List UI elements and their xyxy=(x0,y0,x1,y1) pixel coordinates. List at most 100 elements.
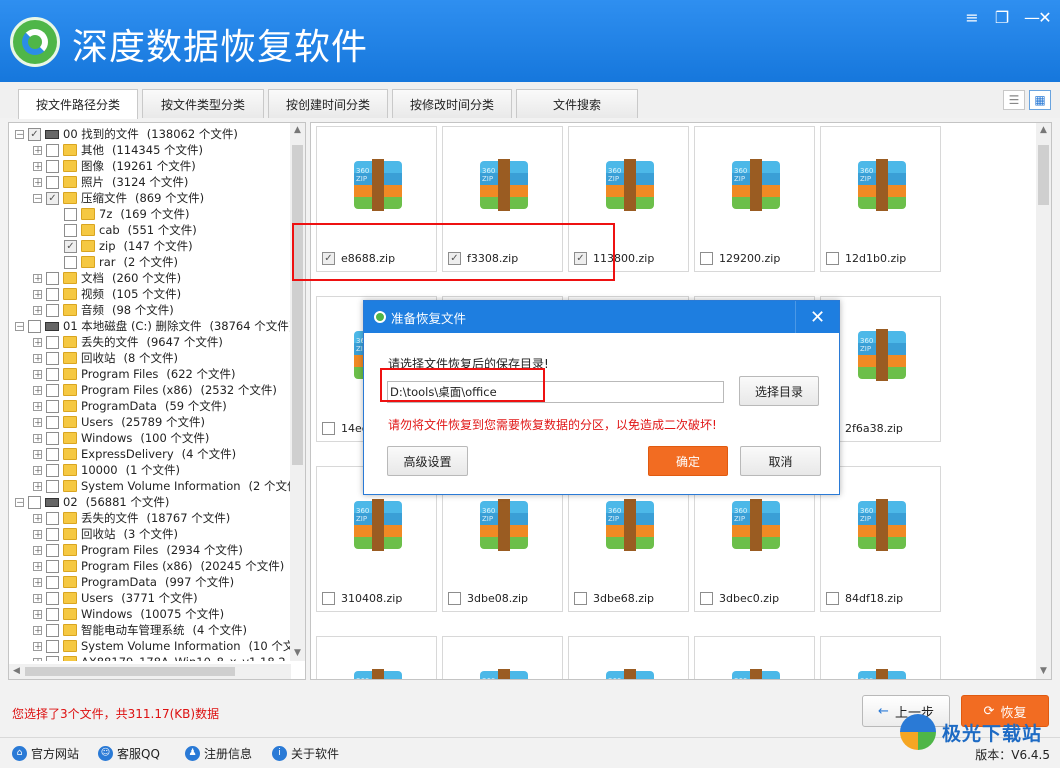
expand-toggle-icon[interactable]: ＋ xyxy=(33,545,42,555)
expand-toggle-icon[interactable]: ＋ xyxy=(33,657,42,661)
file-card[interactable]: 360 ZIP 129200.zip xyxy=(694,126,815,272)
tree-node[interactable]: ＋ Windows (100 个文件) xyxy=(33,430,209,446)
tree-node[interactable]: rar (2 个文件) xyxy=(51,254,178,270)
expand-toggle-icon[interactable]: ＋ xyxy=(33,433,42,443)
tree-node[interactable]: ＋ 回收站 (3 个文件) xyxy=(33,526,178,542)
tree-checkbox[interactable] xyxy=(46,575,59,589)
tree-checkbox[interactable] xyxy=(46,591,59,605)
tab-by-path[interactable]: 按文件路径分类 xyxy=(18,89,138,119)
expand-toggle-icon[interactable]: ＋ xyxy=(33,561,42,571)
tab-by-type[interactable]: 按文件类型分类 xyxy=(142,89,264,118)
tree-checkbox[interactable] xyxy=(46,655,59,661)
tree-checkbox[interactable]: ✓ xyxy=(64,239,77,253)
file-card[interactable]: 360 ZIP xyxy=(316,636,437,679)
tree-node[interactable]: ＋ Program Files (622 个文件) xyxy=(33,366,236,382)
tree-checkbox[interactable] xyxy=(46,623,59,637)
tree-checkbox[interactable] xyxy=(46,383,59,397)
expand-toggle-icon[interactable]: ＋ xyxy=(33,465,42,475)
expand-toggle-icon[interactable]: － xyxy=(33,193,42,203)
file-checkbox[interactable] xyxy=(322,592,335,605)
tree-node[interactable]: － 01 本地磁盘 (C:) 删除文件 (38764 个文件) xyxy=(15,318,291,334)
expand-toggle-icon[interactable]: ＋ xyxy=(33,417,42,427)
expand-toggle-icon[interactable]: ＋ xyxy=(33,577,42,587)
tree-checkbox[interactable] xyxy=(46,367,59,381)
tree-node[interactable]: ＋ Program Files (x86) (2532 个文件) xyxy=(33,382,277,398)
file-card[interactable]: 360 ZIP xyxy=(820,636,941,679)
tree-node[interactable]: ＋ 智能电动车管理系统 (4 个文件) xyxy=(33,622,247,638)
tree-checkbox[interactable] xyxy=(64,255,77,269)
expand-toggle-icon[interactable]: ＋ xyxy=(33,177,42,187)
tab-by-modified[interactable]: 按修改时间分类 xyxy=(392,89,512,118)
tree-node[interactable]: ＋ Windows (10075 个文件) xyxy=(33,606,224,622)
tree-node[interactable]: ✓ zip (147 个文件) xyxy=(51,238,193,254)
expand-toggle-icon[interactable]: ＋ xyxy=(33,593,42,603)
about-link[interactable]: i 关于软件 xyxy=(272,745,339,762)
expand-toggle-icon[interactable]: ＋ xyxy=(33,145,42,155)
tree-checkbox[interactable] xyxy=(46,447,59,461)
tree-checkbox[interactable] xyxy=(46,463,59,477)
tab-file-search[interactable]: 文件搜索 xyxy=(516,89,638,118)
expand-toggle-icon[interactable]: ＋ xyxy=(33,513,42,523)
scroll-thumb[interactable] xyxy=(292,145,303,465)
tree-node[interactable]: ＋ AX88179_178A_Win10_8_x_v1.18.2.0_D xyxy=(33,654,291,661)
tree-node[interactable]: 7z (169 个文件) xyxy=(51,206,189,222)
tree-node[interactable]: ＋ ProgramData (997 个文件) xyxy=(33,574,234,590)
expand-toggle-icon[interactable]: ＋ xyxy=(33,625,42,635)
scroll-down-icon[interactable]: ▼ xyxy=(290,646,305,661)
tree-node[interactable]: ＋ 图像 (19261 个文件) xyxy=(33,158,196,174)
tree-checkbox[interactable]: ✓ xyxy=(28,127,41,141)
close-window-icon[interactable]: ✕ xyxy=(1032,6,1058,28)
expand-toggle-icon[interactable]: ＋ xyxy=(33,353,42,363)
tree-checkbox[interactable] xyxy=(28,319,41,333)
tree-checkbox[interactable] xyxy=(46,159,59,173)
expand-toggle-icon[interactable]: ＋ xyxy=(33,289,42,299)
tree-node[interactable]: ＋ 文档 (260 个文件) xyxy=(33,270,181,286)
scroll-up-icon[interactable]: ▲ xyxy=(290,123,305,138)
scroll-thumb[interactable] xyxy=(1038,145,1049,205)
scroll-up-icon[interactable]: ▲ xyxy=(1036,123,1051,138)
expand-toggle-icon[interactable]: ＋ xyxy=(33,305,42,315)
browse-directory-button[interactable]: 选择目录 xyxy=(739,376,819,406)
tree-checkbox[interactable] xyxy=(46,527,59,541)
tree-checkbox[interactable] xyxy=(46,543,59,557)
file-checkbox[interactable] xyxy=(826,592,839,605)
tree-node[interactable]: ＋ Users (25789 个文件) xyxy=(33,414,205,430)
tree-node[interactable]: ＋ Users (3771 个文件) xyxy=(33,590,198,606)
expand-toggle-icon[interactable]: ＋ xyxy=(33,273,42,283)
expand-toggle-icon[interactable]: ＋ xyxy=(33,609,42,619)
expand-toggle-icon[interactable]: ＋ xyxy=(33,337,42,347)
tree-checkbox[interactable] xyxy=(46,271,59,285)
tree-node[interactable]: ＋ ExpressDelivery (4 个文件) xyxy=(33,446,236,462)
tree-node[interactable]: ＋ ProgramData (59 个文件) xyxy=(33,398,227,414)
file-checkbox[interactable] xyxy=(826,252,839,265)
register-info-link[interactable]: ♟ 注册信息 xyxy=(185,745,252,762)
dialog-close-icon[interactable]: ✕ xyxy=(795,301,839,333)
tree-checkbox[interactable] xyxy=(46,415,59,429)
tree-checkbox[interactable] xyxy=(46,607,59,621)
file-card[interactable]: 360 ZIP 12d1b0.zip xyxy=(820,126,941,272)
tree-node[interactable]: ＋ System Volume Information (2 个文件) xyxy=(33,478,291,494)
expand-toggle-icon[interactable]: ＋ xyxy=(33,369,42,379)
tree-checkbox[interactable] xyxy=(46,351,59,365)
grid-view-icon[interactable]: ▦ xyxy=(1029,90,1051,110)
tree-checkbox[interactable] xyxy=(46,559,59,573)
tree-node[interactable]: － 02 (56881 个文件) xyxy=(15,494,169,510)
tree-checkbox[interactable] xyxy=(46,479,59,493)
tree-checkbox[interactable] xyxy=(46,303,59,317)
tree-node[interactable]: ＋ Program Files (x86) (20245 个文件) xyxy=(33,558,284,574)
menu-icon[interactable]: ≡ xyxy=(958,6,986,28)
tree-checkbox[interactable]: ✓ xyxy=(46,191,59,205)
scroll-left-icon[interactable]: ◀ xyxy=(9,664,24,679)
expand-toggle-icon[interactable]: ＋ xyxy=(33,449,42,459)
expand-toggle-icon[interactable]: ＋ xyxy=(33,641,42,651)
tree-vertical-scrollbar[interactable]: ▲ ▼ xyxy=(290,123,305,661)
tree-node[interactable]: ＋ Program Files (2934 个文件) xyxy=(33,542,243,558)
tree-node[interactable]: ＋ 照片 (3124 个文件) xyxy=(33,174,188,190)
tree-node[interactable]: － ✓ 压缩文件 (869 个文件) xyxy=(33,190,204,206)
expand-toggle-icon[interactable]: ＋ xyxy=(33,385,42,395)
tree-node[interactable]: ＋ 10000 (1 个文件) xyxy=(33,462,180,478)
tree-checkbox[interactable] xyxy=(46,511,59,525)
expand-toggle-icon[interactable]: ＋ xyxy=(33,481,42,491)
expand-toggle-icon[interactable]: － xyxy=(15,497,24,507)
advanced-settings-button[interactable]: 高级设置 xyxy=(387,446,468,476)
